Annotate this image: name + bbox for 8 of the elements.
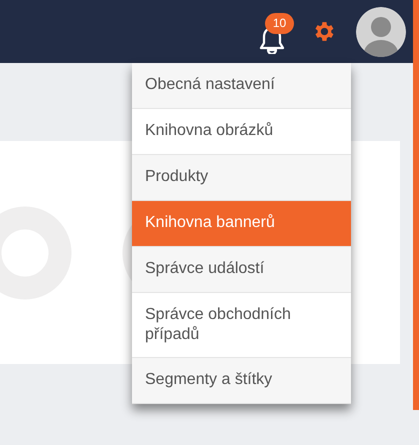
- menu-item[interactable]: Správce obchodních případů: [132, 293, 351, 358]
- avatar-icon[interactable]: [356, 6, 406, 56]
- notification-count-badge: 10: [265, 13, 294, 34]
- menu-item[interactable]: Knihovna obrázků: [132, 109, 351, 155]
- menu-item[interactable]: Správce událostí: [132, 247, 351, 293]
- menu-item[interactable]: Produkty: [132, 155, 351, 201]
- menu-item[interactable]: Obecná nastavení: [132, 63, 351, 109]
- menu-item[interactable]: Segmenty a štítky: [132, 358, 351, 404]
